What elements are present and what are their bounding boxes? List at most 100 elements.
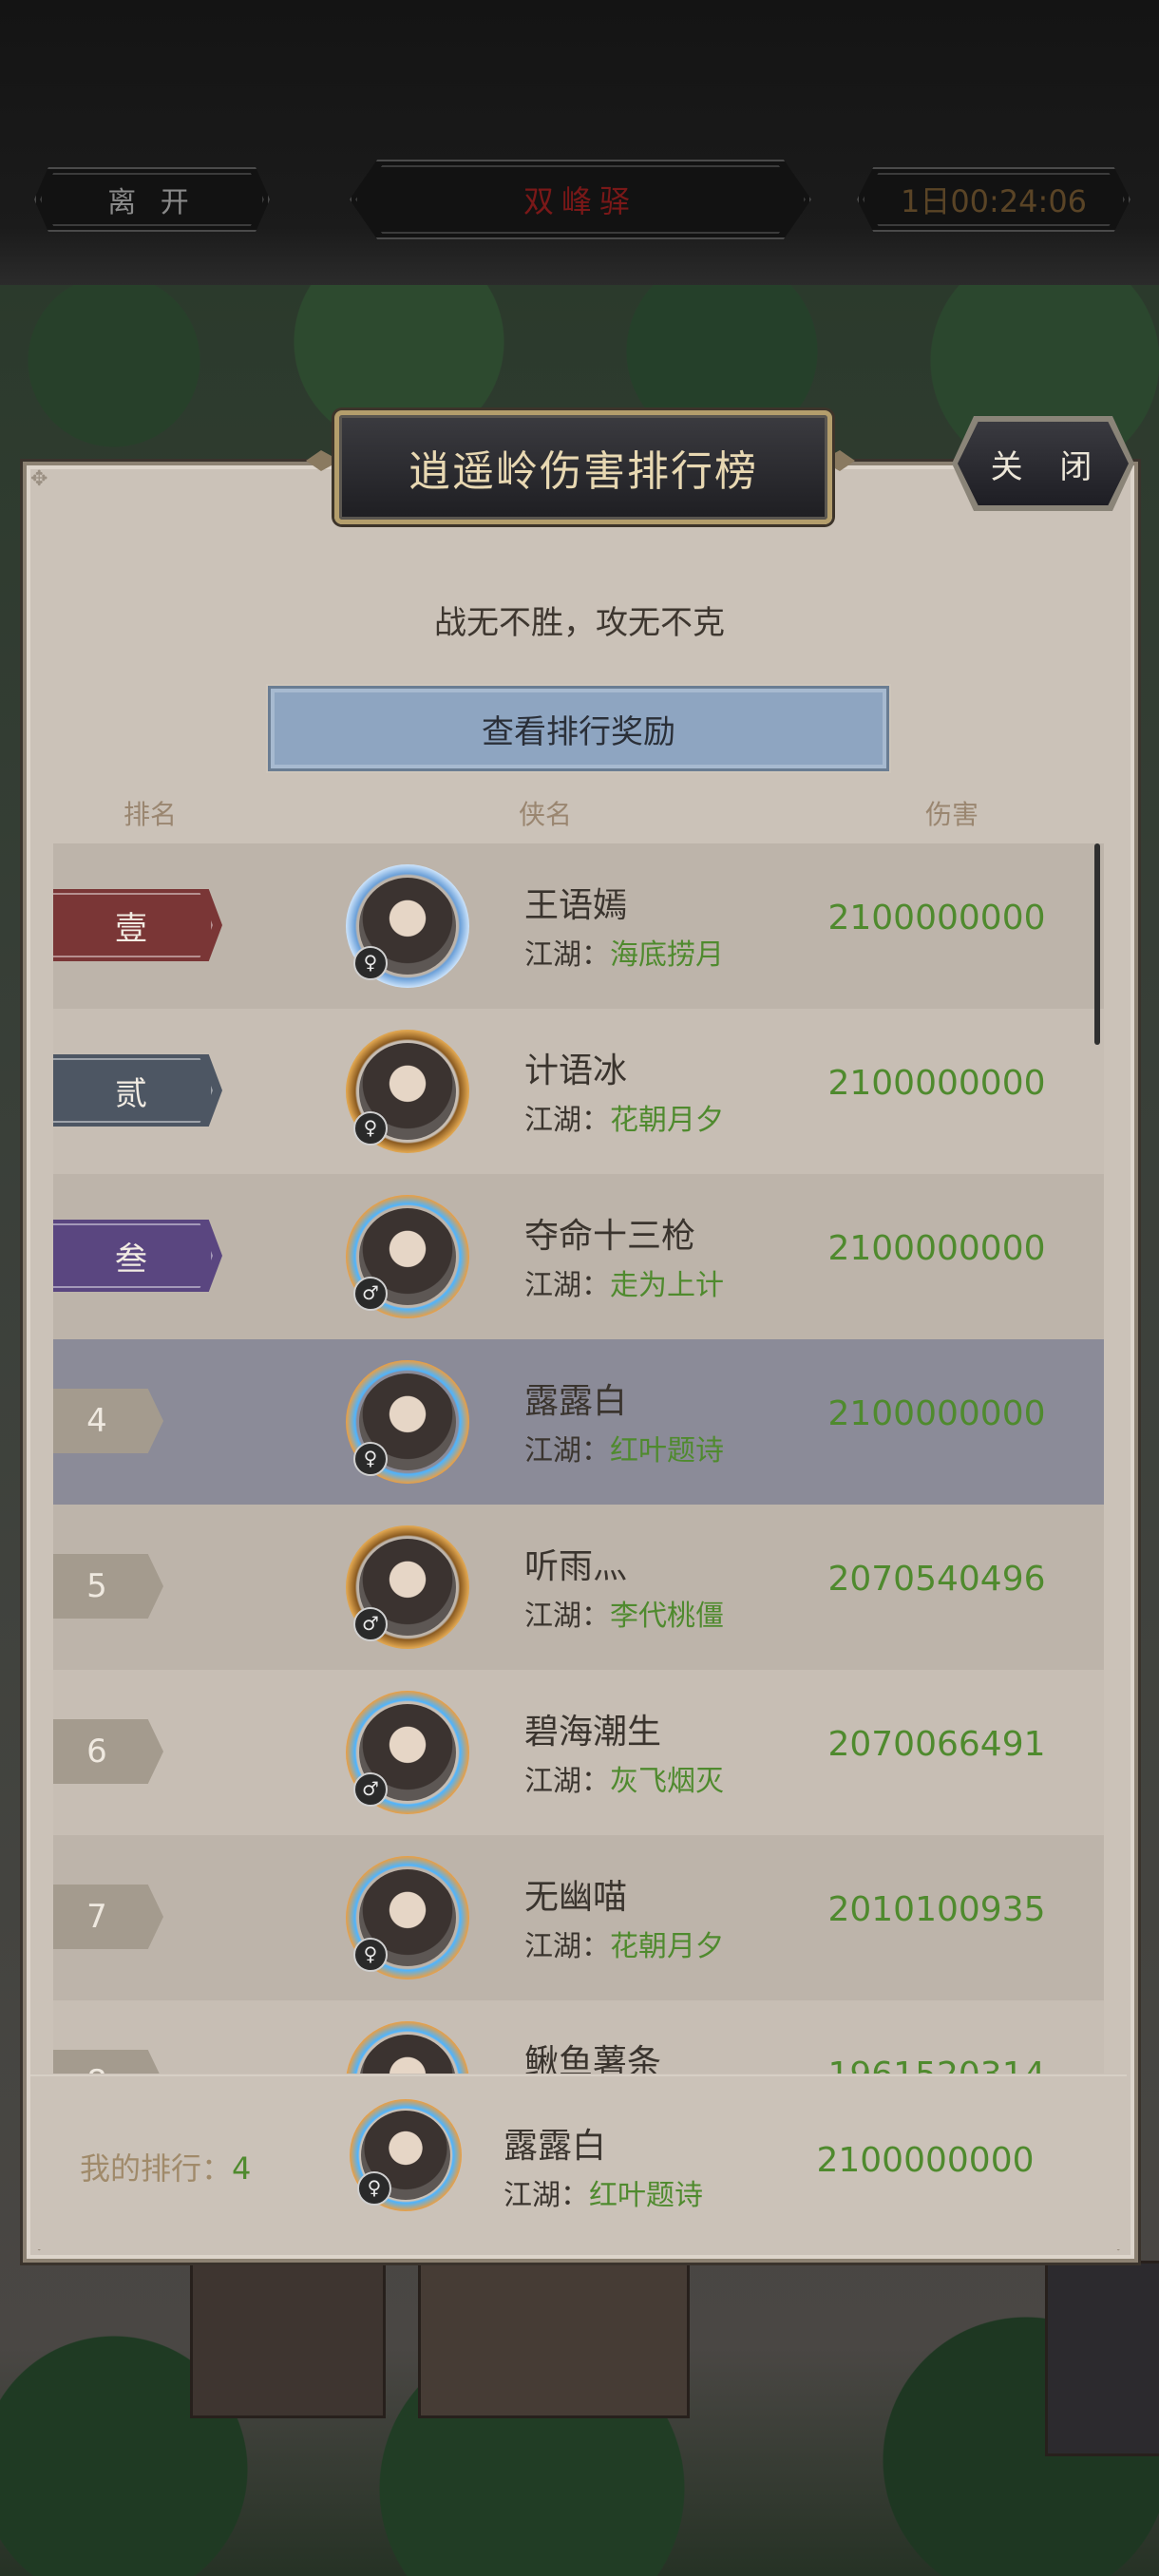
slogan-text: 战无不胜，攻无不克 xyxy=(434,604,725,642)
corner-ornament-icon: ✥ xyxy=(30,467,48,491)
rank-text: 6 xyxy=(86,1733,107,1771)
jianghu-value: 红叶题诗 xyxy=(589,2179,703,2212)
top-bar: 离 开 双峰驿 1日00:24:06 xyxy=(0,0,1159,288)
jianghu-title: 江湖：李代桃僵 xyxy=(524,1592,724,1634)
damage-value: 2070540496 xyxy=(827,1560,1046,1599)
view-rewards-button[interactable]: 查看排行奖励 xyxy=(268,686,889,771)
damage-value: 2100000000 xyxy=(827,899,1046,938)
jianghu-value: 李代桃僵 xyxy=(610,1600,724,1633)
rank-badge: 5 xyxy=(53,1554,163,1619)
player-name: 夺命十三枪 xyxy=(524,1217,696,1256)
damage-value: 2100000000 xyxy=(827,1394,1046,1433)
header-hero: 侠名 xyxy=(519,799,573,830)
rank-badge: 4 xyxy=(53,1389,163,1453)
avatar[interactable]: ♀ xyxy=(346,1856,469,1979)
my-rank-bar: 我的排行：4 ♀ 露露白 江湖：红叶题诗 2100000000 xyxy=(30,2074,1127,2249)
avatar[interactable]: ♀ xyxy=(350,2099,462,2211)
jianghu-title: 江湖：灰飞烟灭 xyxy=(524,1757,724,1799)
rank-badge: 6 xyxy=(53,1719,163,1784)
timer-label: 1日00:24:06 xyxy=(857,167,1130,232)
jianghu-prefix: 江湖： xyxy=(524,1434,610,1468)
rank-badge: 7 xyxy=(53,1885,163,1949)
female-icon: ♀ xyxy=(357,2171,391,2206)
rank-badge: 8 xyxy=(53,2050,163,2074)
roof-decoration xyxy=(1045,2261,1159,2456)
list-scrollbar[interactable] xyxy=(1094,843,1100,1045)
player-name: 露露白 xyxy=(504,2127,607,2166)
jianghu-value: 花朝月夕 xyxy=(610,1930,724,1963)
avatar[interactable]: ♀ xyxy=(346,864,469,988)
table-row[interactable]: 6 ♂ 碧海潮生江湖：灰飞烟灭 2070066491 xyxy=(53,1670,1104,1835)
avatar[interactable]: ♀ xyxy=(346,1360,469,1484)
player-name: 计语冰 xyxy=(524,1051,628,1090)
female-icon: ♀ xyxy=(353,1938,388,1972)
jianghu-value: 灰飞烟灭 xyxy=(610,1765,724,1798)
my-rank-number: 4 xyxy=(232,2150,252,2187)
damage-value: 2100000000 xyxy=(816,2141,1035,2180)
table-row[interactable]: 叁 ♂ 夺命十三枪江湖：走为上计 2100000000 xyxy=(53,1174,1104,1339)
avatar[interactable]: ♂ xyxy=(346,1691,469,1814)
jianghu-title: 江湖：走为上计 xyxy=(524,1261,724,1303)
roof-decoration xyxy=(418,2261,690,2418)
rank-text: 贰 xyxy=(115,1074,147,1113)
rank-text: 4 xyxy=(86,1402,107,1440)
rank-text: 壹 xyxy=(115,909,147,948)
damage-value: 2070066491 xyxy=(827,1725,1046,1764)
close-button[interactable]: 关 闭 xyxy=(958,422,1129,505)
female-icon: ♀ xyxy=(353,1442,388,1476)
player-name: 鳅鱼薯条 xyxy=(524,2043,662,2074)
panel-title: 逍遥岭伤害排行榜 xyxy=(334,410,832,524)
table-row[interactable]: 壹 ♀ 王语嫣江湖：海底捞月 2100000000 xyxy=(53,843,1104,1009)
rank-text: 5 xyxy=(86,1567,107,1605)
player-name: 无幽喵 xyxy=(524,1878,628,1917)
jianghu-title: 江湖：花朝月夕 xyxy=(524,1923,724,1964)
rank-text: 7 xyxy=(86,1898,107,1936)
my-rank-caption: 我的排行： xyxy=(80,2150,233,2187)
damage-value: 2100000000 xyxy=(827,1229,1046,1268)
table-row[interactable]: 贰 ♀ 计语冰江湖：花朝月夕 2100000000 xyxy=(53,1009,1104,1174)
roof-decoration xyxy=(190,2242,386,2418)
rank-badge: 叁 xyxy=(53,1220,222,1292)
location-label: 双峰驿 xyxy=(350,160,811,239)
rank-text: 8 xyxy=(86,2063,107,2074)
jianghu-value: 花朝月夕 xyxy=(610,1104,724,1137)
damage-value: 2010100935 xyxy=(827,1890,1046,1929)
male-icon: ♂ xyxy=(353,1607,388,1641)
jianghu-prefix: 江湖： xyxy=(524,1269,610,1302)
table-row[interactable]: 4 ♀ 露露白江湖：红叶题诗 2100000000 xyxy=(53,1339,1104,1505)
avatar[interactable]: ♀ xyxy=(346,1030,469,1153)
player-name: 听雨灬 xyxy=(524,1547,628,1586)
damage-value: 1961520314 xyxy=(813,2055,1060,2074)
jianghu-value: 走为上计 xyxy=(610,1269,724,1302)
player-name: 碧海潮生 xyxy=(524,1713,662,1752)
jianghu-title: 江湖：海底捞月 xyxy=(524,931,724,973)
rank-text: 叁 xyxy=(115,1240,147,1279)
rank-badge: 壹 xyxy=(53,889,222,961)
jianghu-value: 海底捞月 xyxy=(610,938,724,972)
avatar[interactable]: ♂ xyxy=(346,1195,469,1318)
player-name: 露露白 xyxy=(524,1382,628,1421)
table-row[interactable]: 5 ♂ 听雨灬江湖：李代桃僵 2070540496 xyxy=(53,1505,1104,1670)
jianghu-title: 江湖：红叶题诗 xyxy=(504,2171,703,2213)
table-row[interactable]: 7 ♀ 无幽喵江湖：花朝月夕 2010100935 xyxy=(53,1835,1104,2000)
header-damage: 伤害 xyxy=(925,799,979,830)
female-icon: ♀ xyxy=(353,1111,388,1146)
jianghu-title: 江湖：红叶题诗 xyxy=(524,1427,724,1468)
player-name: 王语嫣 xyxy=(524,886,628,925)
avatar[interactable]: ♂ xyxy=(346,2021,469,2074)
jianghu-title: 江湖：花朝月夕 xyxy=(524,1096,724,1138)
female-icon: ♀ xyxy=(353,946,388,980)
jianghu-prefix: 江湖： xyxy=(524,938,610,972)
portrait xyxy=(359,2035,456,2074)
jianghu-prefix: 江湖： xyxy=(524,1765,610,1798)
avatar[interactable]: ♂ xyxy=(346,1525,469,1649)
damage-value: 2100000000 xyxy=(827,1064,1046,1103)
jianghu-value: 红叶题诗 xyxy=(610,1434,724,1468)
jianghu-prefix: 江湖： xyxy=(524,1600,610,1633)
male-icon: ♂ xyxy=(353,1772,388,1807)
my-rank-label: 我的排行：4 xyxy=(80,2145,251,2188)
ranking-list[interactable]: 壹 ♀ 王语嫣 江湖：海底捞月 2100000000 贰 ♀ 计语冰 江湖：花朝月夕 210000… xyxy=(53,843,1104,2074)
leave-button[interactable]: 离 开 xyxy=(34,167,270,232)
table-row[interactable]: 8♂鳅鱼薯条江湖：1961520314 xyxy=(53,2000,1104,2074)
jianghu-prefix: 江湖： xyxy=(504,2179,589,2212)
